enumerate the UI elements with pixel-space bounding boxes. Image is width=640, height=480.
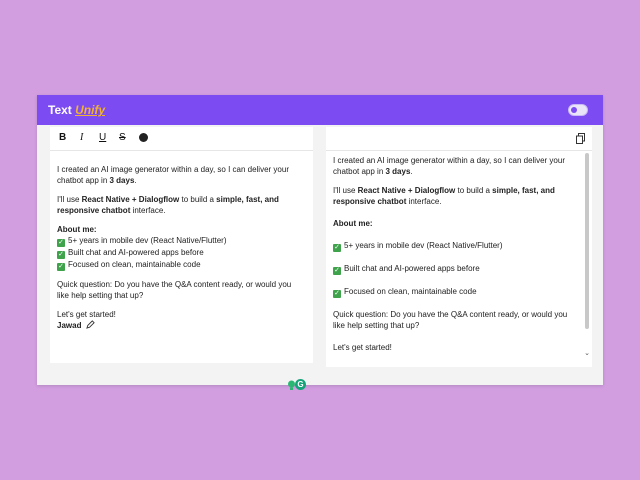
scroll-down-icon[interactable]: ⌄ (584, 350, 590, 358)
list-item: ✓ 5+ years in mobile dev (React Native/Fl… (57, 236, 227, 247)
question-paragraph: Quick question: Do you have the Q&A cont… (333, 310, 568, 330)
underline-icon[interactable]: U (99, 132, 106, 144)
closing-line: Let's get started! (57, 310, 116, 319)
preview-toolbar (326, 127, 592, 151)
closing-line: Let's get started! (333, 343, 392, 352)
check-icon: ✓ (333, 290, 341, 298)
strikethrough-icon[interactable]: S (119, 132, 126, 144)
check-icon: ✓ (57, 251, 65, 259)
about-heading: About me: (57, 225, 97, 234)
toggle-knob (571, 107, 577, 113)
app-header: Text Unify (37, 95, 603, 125)
check-icon: ✓ (333, 244, 341, 252)
italic-icon[interactable]: I (80, 132, 83, 144)
about-section: About me: ✓ 5+ years in mobile dev (React… (57, 224, 305, 271)
list-item: ✓ Built chat and AI-powered apps before (333, 264, 480, 275)
list-item: ✓ Focused on clean, maintainable code (333, 287, 477, 298)
signature-line: Jawad (57, 320, 305, 331)
format-toolbar: B I U S (50, 127, 313, 151)
editor-panel[interactable]: B I U S I created an AI image generator … (50, 127, 313, 390)
list-item: ✓ 5+ years in mobile dev (React Native/Fl… (333, 241, 503, 252)
app-logo: Text Unify (48, 103, 106, 117)
editor-text[interactable]: I created an AI image generator within a… (57, 164, 305, 331)
pencil-icon (85, 320, 95, 329)
question-paragraph: Quick question: Do you have the Q&A cont… (57, 280, 292, 300)
emoji-icon[interactable] (139, 133, 148, 142)
scrollbar[interactable] (585, 153, 589, 329)
check-icon: ✓ (57, 263, 65, 271)
check-icon: ✓ (57, 239, 65, 247)
copy-icon[interactable] (576, 133, 585, 144)
about-heading: About me: (333, 219, 373, 228)
theme-toggle[interactable] (568, 104, 588, 116)
intro-paragraph: I created an AI image generator within a… (333, 156, 565, 176)
bold-icon[interactable]: B (59, 132, 66, 144)
list-item: ✓ Built chat and AI-powered apps before (57, 248, 204, 259)
check-icon: ✓ (333, 267, 341, 275)
grammar-icon[interactable]: G (295, 379, 306, 390)
preview-panel: I created an AI image generator within a… (326, 127, 592, 367)
list-item: ✓ Focused on clean, maintainable code (57, 260, 201, 271)
app-window: Text Unify B I U S I created an AI image… (37, 95, 603, 390)
stack-paragraph: I'll use React Native + Dialogflow to bu… (57, 195, 279, 215)
preview-text: I created an AI image generator within a… (333, 155, 578, 353)
stack-paragraph: I'll use React Native + Dialogflow to bu… (333, 186, 555, 206)
intro-paragraph: I created an AI image generator within a… (57, 165, 289, 185)
